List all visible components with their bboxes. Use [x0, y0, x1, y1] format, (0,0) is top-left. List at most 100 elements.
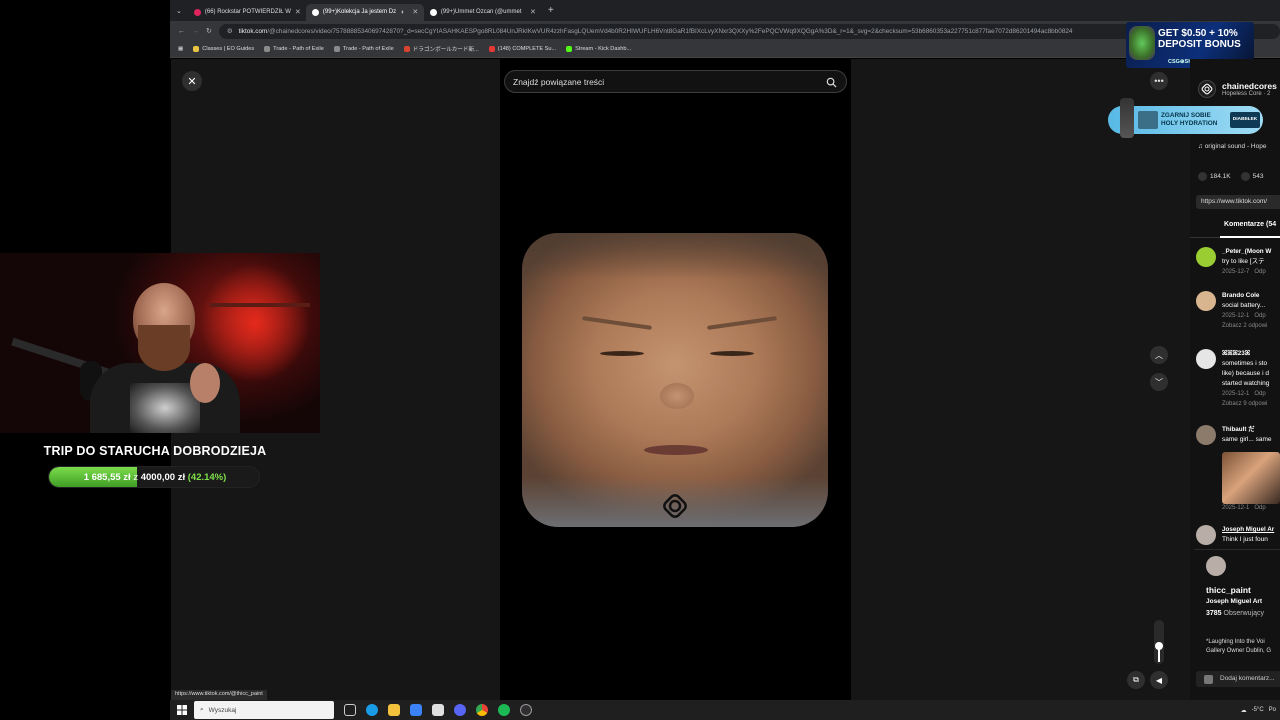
- comment-count-button[interactable]: 543: [1240, 172, 1263, 181]
- sound-row[interactable]: ♫ original sound - Hope: [1198, 143, 1266, 150]
- bookmark-3-icon: [333, 46, 340, 52]
- comment-avatar[interactable]: [1196, 525, 1216, 545]
- next-video-button[interactable]: ﹀: [1150, 373, 1168, 391]
- apps-grid-icon[interactable]: ▦: [178, 46, 183, 52]
- edge-icon[interactable]: [366, 704, 378, 716]
- speaker-icon: ◀: [1155, 675, 1163, 685]
- profile-hover-card[interactable]: thicc_paint Joseph Miguel Art 3785 Obser…: [1194, 549, 1280, 659]
- obs-icon[interactable]: [520, 704, 532, 716]
- status-bar-url: https://www.tiktok.com/@thicc_paint: [171, 690, 267, 700]
- tab-2-close-icon[interactable]: ✕: [412, 8, 418, 16]
- store-icon[interactable]: [410, 704, 422, 716]
- tab-2-audio-icon[interactable]: ◖: [400, 9, 404, 16]
- reply-link[interactable]: Odp: [1254, 313, 1265, 319]
- browser-tab-bar: ⌄ (66) Rockstar POTWIERDZIŁ W ✕ (99+)Kol…: [170, 0, 1280, 21]
- volume-knob[interactable]: [1155, 642, 1163, 650]
- tab-1-title: (66) Rockstar POTWIERDZIŁ W: [204, 9, 291, 15]
- comment-author[interactable]: Joseph Miguel Ar: [1222, 525, 1274, 535]
- windows-taskbar: ⌕ Wyszukaj ☁ -5°C Po: [170, 700, 1280, 720]
- profile-card-username[interactable]: thicc_paint: [1206, 585, 1251, 595]
- profile-card-bio: *Laughing Into the Voi Gallery Owner Dubl…: [1206, 639, 1272, 654]
- video-frame[interactable]: [522, 233, 828, 527]
- volume-slider[interactable]: [1154, 620, 1164, 664]
- comment-avatar[interactable]: [1196, 349, 1216, 369]
- comment-avatar[interactable]: [1196, 247, 1216, 267]
- author-avatar[interactable]: [1198, 80, 1216, 98]
- file-explorer-icon[interactable]: [388, 704, 400, 716]
- video-nose: [660, 383, 694, 409]
- comment-text: social battery...: [1222, 302, 1266, 309]
- reload-icon[interactable]: ↻: [206, 27, 212, 35]
- comment-avatar[interactable]: [1196, 291, 1216, 311]
- tab-3-close-icon[interactable]: ✕: [530, 8, 536, 16]
- related-search-input[interactable]: Znajdź powiązane treści: [504, 70, 847, 93]
- reply-link[interactable]: Odp: [1254, 391, 1265, 397]
- bookmark-6[interactable]: Stream - Kick Dashb...: [566, 46, 631, 52]
- reply-link[interactable]: Odp: [1254, 505, 1265, 511]
- author-row[interactable]: chainedcores Hopeless Core · 2: [1198, 80, 1277, 98]
- reply-link[interactable]: Odp: [1254, 269, 1265, 275]
- tab-list-chevron-icon[interactable]: ⌄: [170, 7, 188, 15]
- view-replies-link[interactable]: Zobacz 9 odpowi: [1222, 399, 1269, 409]
- calendar-icon[interactable]: [432, 704, 444, 716]
- weather-icon[interactable]: ☁: [1241, 707, 1247, 714]
- search-icon[interactable]: [822, 73, 840, 91]
- author-handle[interactable]: chainedcores: [1222, 81, 1277, 91]
- bookmark-4[interactable]: ドラゴンボールカード新...: [403, 45, 479, 53]
- comment-attached-image[interactable]: [1222, 452, 1280, 504]
- comment-author[interactable]: ꕤꕤꕤ23ꕤ: [1222, 349, 1269, 359]
- task-view-icon[interactable]: [344, 704, 356, 716]
- comment-meta: 2025-12-1 Odp: [1222, 505, 1266, 511]
- site-info-icon[interactable]: ⚙: [227, 27, 233, 35]
- comment-item-2: Brando Cole social battery... 2025-12-1 …: [1196, 291, 1267, 331]
- comment-author[interactable]: _Peter_(Moon W: [1222, 247, 1271, 257]
- comment-author[interactable]: Brando Cole: [1222, 291, 1267, 301]
- bookmark-5[interactable]: (148) COMPLETE Su...: [488, 46, 556, 52]
- tab-1-close-icon[interactable]: ✕: [295, 8, 301, 16]
- floating-player-button[interactable]: ⧉: [1127, 671, 1145, 689]
- comment-text: try to like [ステ: [1222, 258, 1265, 265]
- video-mouth: [644, 445, 708, 455]
- video-link-field[interactable]: https://www.tiktok.com/: [1196, 195, 1280, 209]
- taskbar-search[interactable]: ⌕ Wyszukaj: [194, 701, 334, 719]
- browser-tab-1[interactable]: (66) Rockstar POTWIERDZIŁ W ✕: [188, 4, 306, 21]
- chevron-up-icon: ︿: [1155, 350, 1163, 360]
- browser-tab-3[interactable]: (99+)Ummet Ozcan (@ummet ✕: [424, 4, 542, 21]
- bookmark-1[interactable]: Classes | EO Guides: [193, 46, 254, 52]
- profile-card-avatar[interactable]: [1206, 556, 1226, 576]
- more-options-button[interactable]: •••: [1150, 72, 1168, 90]
- profile-card-display-name: Joseph Miguel Art: [1206, 598, 1263, 605]
- chrome-icon[interactable]: [476, 704, 488, 716]
- spotify-icon[interactable]: [498, 704, 510, 716]
- video-eye-right: [710, 351, 754, 356]
- comment-emoji-icon[interactable]: [1204, 675, 1213, 684]
- forward-icon[interactable]: →: [192, 28, 199, 35]
- windows-logo-icon: [177, 705, 187, 715]
- hydration-drink-ad[interactable]: ZGARNIJ SOBIE HOLY HYDRATION DIABEŁEK: [1108, 98, 1263, 138]
- new-tab-icon[interactable]: +: [542, 5, 560, 16]
- comment-bubble-icon: [1240, 172, 1250, 181]
- back-icon[interactable]: ←: [178, 28, 185, 35]
- mute-button[interactable]: ◀: [1150, 671, 1168, 689]
- discord-icon[interactable]: [454, 704, 466, 716]
- url-field[interactable]: ⚙ tiktok.com/@chainedcores/video/7578888…: [218, 23, 1280, 39]
- start-button[interactable]: [170, 700, 194, 720]
- comment-meta: 2025-12-1 Odp: [1222, 313, 1266, 319]
- browser-tab-2[interactable]: (99+)Kolekcja Ja jestem Dz ◖ ✕: [305, 3, 424, 21]
- more-dots-icon: •••: [1154, 76, 1164, 86]
- previous-video-button[interactable]: ︿: [1150, 346, 1168, 364]
- donation-goal-text: 1 685,55 zł z 4000,00 zł (42.14%): [83, 472, 227, 483]
- view-replies-link[interactable]: Zobacz 2 odpowi: [1222, 321, 1267, 331]
- tab-comments[interactable]: Komentarze (54: [1224, 221, 1276, 228]
- comment-item-1: _Peter_(Moon W try to like [ステ 2025-12-7…: [1196, 247, 1271, 277]
- ad-product-image: [1138, 111, 1158, 129]
- comment-meta: 2025-12-7 Odp: [1222, 269, 1266, 275]
- comment-author[interactable]: Thibault だ: [1222, 425, 1272, 435]
- bookmark-2[interactable]: Trade - Path of Exile: [264, 46, 324, 52]
- cam-beard: [138, 325, 190, 371]
- bookmark-2-icon: [264, 46, 271, 52]
- like-button[interactable]: 184.1K: [1198, 172, 1231, 181]
- bookmark-3[interactable]: Trade - Path of Exile: [333, 46, 394, 52]
- comment-avatar[interactable]: [1196, 425, 1216, 445]
- close-viewer-button[interactable]: ✕: [182, 71, 202, 91]
